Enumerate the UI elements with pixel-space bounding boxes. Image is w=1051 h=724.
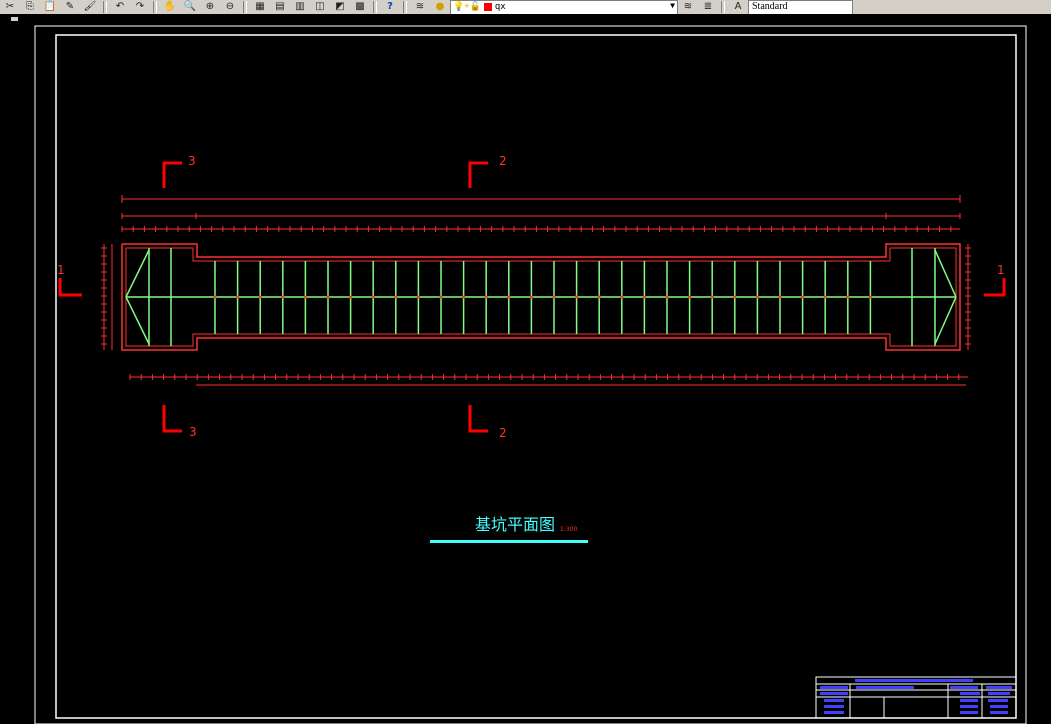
strut-node	[507, 295, 511, 299]
section-label-top-mid: 2	[499, 154, 507, 168]
strut-node	[529, 295, 533, 299]
corner-brace	[125, 249, 150, 298]
toolbar-separator	[403, 1, 407, 13]
section-marker-top-mid	[468, 161, 488, 188]
strut-node	[846, 295, 850, 299]
design-center-icon[interactable]: ▤	[270, 0, 290, 14]
toolbar-separator	[153, 1, 157, 13]
toolbar-separator	[373, 1, 377, 13]
strut-node	[778, 295, 782, 299]
strut-node	[236, 295, 240, 299]
strut-node	[484, 295, 488, 299]
help-icon[interactable]: ?	[380, 0, 400, 14]
strut-node	[710, 295, 714, 299]
tool-palettes-icon[interactable]: ▥	[290, 0, 310, 14]
zoom-previous-icon[interactable]: ⊖	[220, 0, 240, 14]
strut-node	[733, 295, 737, 299]
text-style-icon[interactable]: A	[728, 0, 748, 14]
brush-icon[interactable]: 🖌	[80, 0, 100, 14]
layer-previous-icon[interactable]: ≣	[698, 0, 718, 14]
pan-icon[interactable]: ✋	[160, 0, 180, 14]
copy-icon[interactable]: ⎘	[20, 0, 40, 14]
paste-icon[interactable]: 📋	[40, 0, 60, 14]
strut-node	[416, 295, 420, 299]
section-label-left: 1	[57, 263, 65, 277]
chevron-down-icon[interactable]: ▼	[670, 1, 675, 10]
drawing-scale: 1:300	[560, 526, 577, 533]
layer-dropdown[interactable]: 💡 ☀ 🔓 qx ▼	[450, 0, 678, 14]
sheet-set-icon[interactable]: ◫	[310, 0, 330, 14]
strut-node	[642, 295, 646, 299]
text-style-dropdown[interactable]: Standard	[748, 0, 853, 14]
cut-icon[interactable]: ✂	[0, 0, 20, 14]
toolbar-separator	[721, 1, 725, 13]
zoom-window-icon[interactable]: ⊕	[200, 0, 220, 14]
strut-node	[597, 295, 601, 299]
zoom-realtime-icon[interactable]: 🔍	[180, 0, 200, 14]
layer-name: qx	[494, 2, 506, 12]
section-marker-bottom-left	[162, 405, 182, 433]
make-object-layer-current-icon[interactable]: ≋	[678, 0, 698, 14]
section-marker-right	[984, 278, 1006, 297]
strut-node	[801, 295, 805, 299]
strut-node	[281, 295, 285, 299]
strut-node	[688, 295, 692, 299]
section-label-bottom-mid: 2	[499, 426, 507, 440]
struts	[125, 248, 957, 346]
strut-node	[665, 295, 669, 299]
strut-node	[371, 295, 375, 299]
strut-node	[575, 295, 579, 299]
corner-brace	[934, 249, 957, 298]
title-underline	[430, 540, 588, 543]
match-properties-icon[interactable]: ✎	[60, 0, 80, 14]
layer-on-icon: 💡	[453, 2, 465, 12]
strut-node	[213, 295, 217, 299]
top-dimension-lines	[121, 195, 961, 230]
toolbar-separator	[103, 1, 107, 13]
drawing-svg: 3 2 1 1 3 2 基坑平面图 1:300	[11, 17, 1027, 724]
strut-node	[303, 295, 307, 299]
section-marker-bottom-mid	[468, 405, 488, 433]
strut-node	[755, 295, 759, 299]
strut-node	[326, 295, 330, 299]
calculator-icon[interactable]: ▩	[350, 0, 370, 14]
markup-icon[interactable]: ◩	[330, 0, 350, 14]
section-marker-left	[58, 278, 82, 297]
toolbar-separator	[243, 1, 247, 13]
strut-node	[394, 295, 398, 299]
corner-brace	[125, 296, 150, 345]
strut-node	[349, 295, 353, 299]
ucs-marker	[11, 17, 18, 21]
layer-color-swatch	[483, 3, 492, 11]
section-marker-top-left	[162, 161, 182, 188]
strut-node	[439, 295, 443, 299]
strut-node	[258, 295, 262, 299]
layer-lock-icon: 🔓	[469, 2, 481, 12]
dimension-ticks	[101, 226, 971, 380]
section-label-bottom-left: 3	[189, 425, 197, 439]
drawing-title: 基坑平面图	[475, 515, 555, 534]
strut-node	[462, 295, 466, 299]
strut-node	[823, 295, 827, 299]
section-label-right: 1	[997, 263, 1005, 277]
redo-icon[interactable]: ↷	[130, 0, 150, 14]
left-dimension-lines	[103, 244, 113, 350]
title-block	[815, 676, 1017, 719]
undo-icon[interactable]: ↶	[110, 0, 130, 14]
sheet-outer-border	[34, 25, 1027, 724]
strut-node	[868, 295, 872, 299]
strut-node	[620, 295, 624, 299]
corner-brace	[934, 296, 957, 345]
properties-icon[interactable]: ▦	[250, 0, 270, 14]
bottom-dimension-lines	[130, 376, 968, 386]
section-label-top-left: 3	[188, 154, 196, 168]
layer-manager-icon[interactable]: ≋	[410, 0, 430, 14]
layer-state-icon[interactable]: ●	[430, 0, 450, 14]
strut-node	[552, 295, 556, 299]
standard-toolbar: ✂ ⎘ 📋 ✎ 🖌 ↶ ↷ ✋ 🔍 ⊕ ⊖ ▦ ▤ ▥ ◫ ◩ ▩ ? ≋ ● …	[0, 0, 1051, 14]
drawing-canvas[interactable]: 3 2 1 1 3 2 基坑平面图 1:300	[0, 14, 1051, 724]
